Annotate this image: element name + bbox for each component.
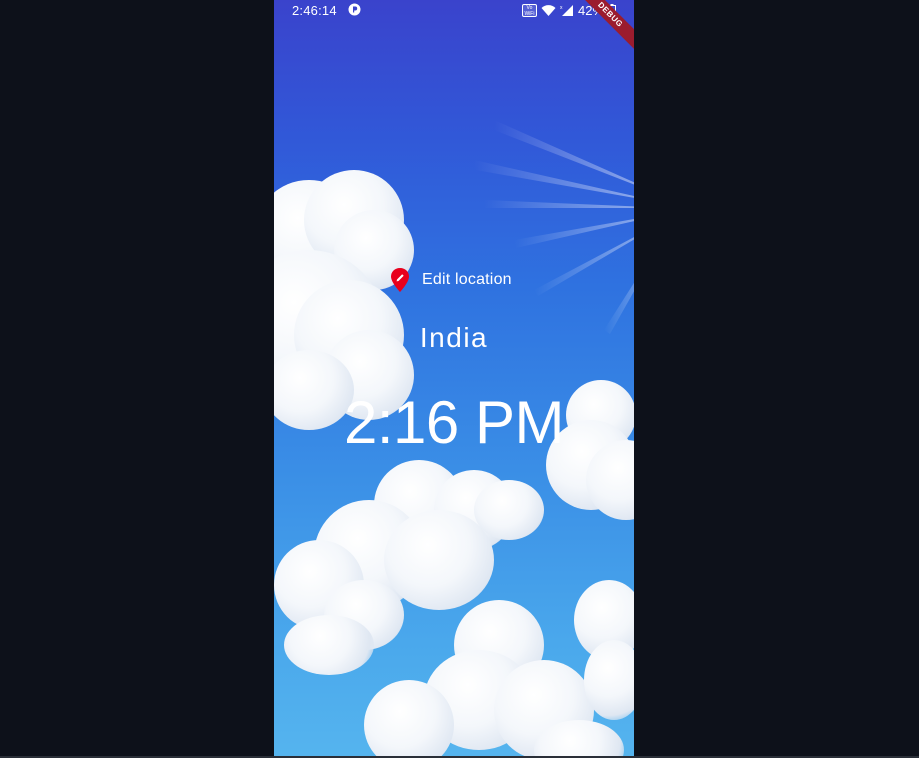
phone-screen: 2:46:14 Vo WiFi x 42% DEBUG Edit locatio… xyxy=(274,0,634,756)
edit-location-label: Edit location xyxy=(422,271,512,288)
location-name: India xyxy=(419,322,489,353)
wifi-icon xyxy=(541,4,556,16)
edit-location-button[interactable]: Edit location xyxy=(390,266,512,294)
status-bar: 2:46:14 Vo WiFi x 42% xyxy=(274,0,634,22)
svg-text:x: x xyxy=(560,5,563,11)
location-pin-edit-icon xyxy=(391,268,409,292)
clock-time: 2:16 PM xyxy=(344,389,564,456)
sun-rays xyxy=(474,120,634,334)
cloud-bottom-right xyxy=(344,570,634,756)
app-icon xyxy=(348,3,361,16)
status-time: 2:46:14 xyxy=(292,3,337,18)
cellular-signal-icon: x xyxy=(560,4,573,16)
vowifi-icon: Vo WiFi xyxy=(521,3,537,17)
